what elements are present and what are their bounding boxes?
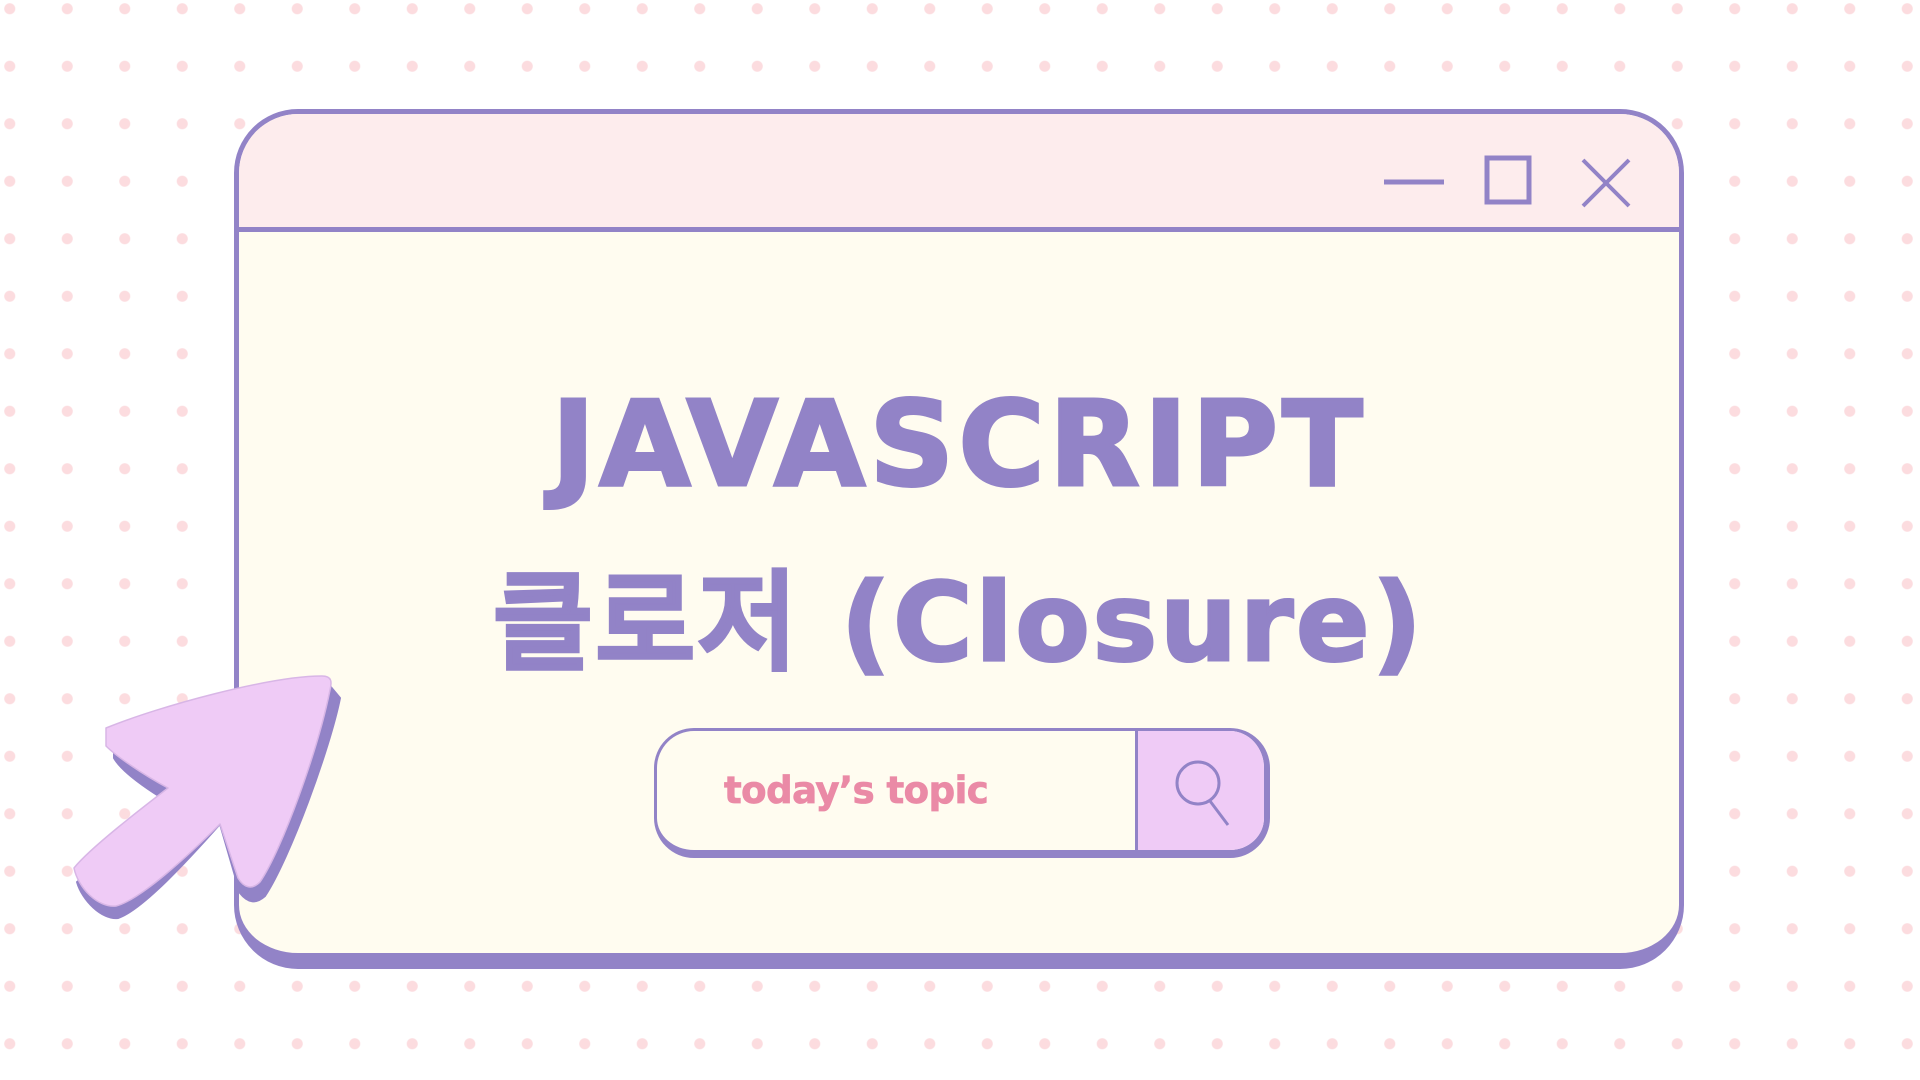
- search-bar[interactable]: today’s topic: [654, 728, 1270, 858]
- close-icon[interactable]: [1573, 152, 1633, 212]
- minimize-icon[interactable]: [1384, 152, 1444, 212]
- page-subtitle: 클로저 (Closure): [492, 560, 1425, 688]
- search-label: today’s topic: [724, 769, 990, 813]
- page-title: JAVASCRIPT: [550, 374, 1367, 515]
- search-button[interactable]: [1135, 731, 1264, 850]
- window-titlebar: [239, 114, 1679, 232]
- app-window: JAVASCRIPT 클로저 (Closure) today’s topic: [234, 109, 1684, 969]
- maximize-icon[interactable]: [1479, 152, 1539, 212]
- pointer-arrow-icon: [73, 675, 341, 920]
- search-field[interactable]: today’s topic: [657, 731, 1135, 850]
- search-icon: [1175, 760, 1230, 826]
